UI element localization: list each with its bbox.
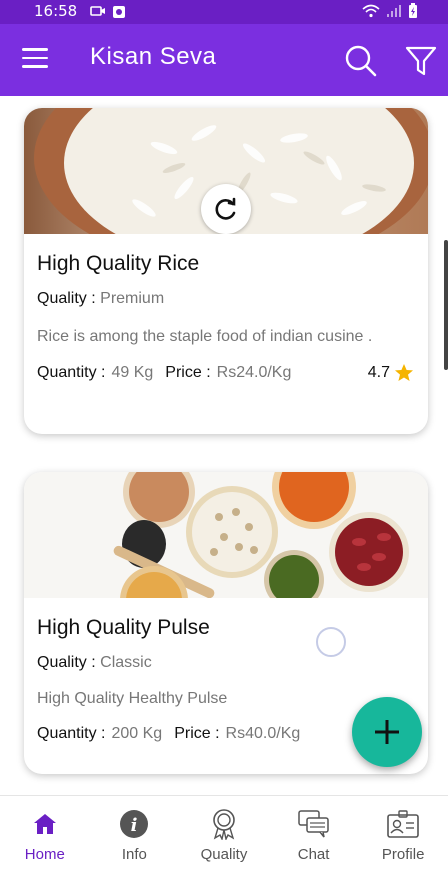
rating-value: 4.7 (367, 364, 390, 381)
price-value: Rs24.0/Kg (216, 364, 292, 381)
nav-label: Home (24, 846, 65, 863)
nav-chat[interactable]: Chat (269, 796, 359, 870)
quality-label: Quality : (37, 654, 96, 671)
scrollbar[interactable] (444, 240, 448, 370)
quantity-price-row: Quantity : 49 Kg Price : Rs24.0/Kg 4.7 (37, 363, 428, 383)
quantity-value: 200 Kg (111, 725, 163, 742)
profile-card-icon (387, 810, 419, 838)
product-description: Rice is among the staple food of indian … (37, 328, 373, 345)
app-notification-icon (113, 6, 125, 18)
pulse-photo (24, 472, 428, 598)
nav-label: Chat (297, 846, 330, 863)
wifi-icon (362, 4, 380, 18)
status-time: 16:58 (34, 2, 78, 20)
product-description: High Quality Healthy Pulse (37, 690, 228, 707)
quality-value: Classic (100, 654, 152, 671)
star-icon (395, 364, 413, 381)
nav-home[interactable]: Home (0, 796, 90, 870)
add-product-button[interactable] (352, 697, 422, 767)
nav-quality[interactable]: Quality (179, 796, 269, 870)
quality-badge-icon (213, 809, 235, 840)
nav-info[interactable]: i Info (90, 796, 180, 870)
refresh-button[interactable] (201, 184, 251, 234)
menu-icon[interactable] (22, 48, 48, 70)
nav-profile[interactable]: Profile (358, 796, 448, 870)
signal-icon (387, 5, 401, 17)
svg-text:i: i (131, 815, 138, 836)
nav-label: Info (121, 846, 147, 863)
quality-row: Quality : Classic (37, 654, 428, 672)
product-name: High Quality Rice (37, 252, 200, 275)
price-value: Rs40.0/Kg (225, 725, 301, 742)
rice-photo (24, 108, 428, 234)
quality-row: Quality : Premium (37, 290, 428, 308)
nav-label: Quality (200, 846, 248, 863)
video-call-icon (90, 6, 105, 16)
price-label: Price : (174, 725, 220, 742)
quality-value: Premium (100, 290, 165, 307)
app-title: Kisan Seva (90, 43, 217, 70)
battery-charging-icon (409, 3, 417, 18)
plus-icon (375, 720, 399, 744)
search-icon[interactable] (344, 44, 378, 78)
quantity-label: Quantity : (37, 725, 106, 742)
price-label: Price : (165, 364, 211, 381)
product-name: High Quality Pulse (37, 616, 210, 639)
bottom-nav: Home i Info Quality Chat Profile (0, 795, 448, 870)
nav-label: Profile (381, 846, 425, 863)
quantity-value: 49 Kg (111, 364, 154, 381)
product-card[interactable]: High Quality Rice Quality : Premium Rice… (24, 108, 428, 434)
status-bar: 16:58 (0, 0, 448, 24)
quality-label: Quality : (37, 290, 96, 307)
refresh-icon (215, 197, 236, 220)
home-icon (33, 814, 56, 834)
info-icon: i (120, 810, 149, 838)
filter-icon[interactable] (404, 44, 438, 78)
app-bar: Kisan Seva (0, 24, 448, 96)
loading-spinner (316, 627, 346, 657)
chat-icon (297, 810, 329, 838)
quantity-label: Quantity : (37, 364, 106, 381)
